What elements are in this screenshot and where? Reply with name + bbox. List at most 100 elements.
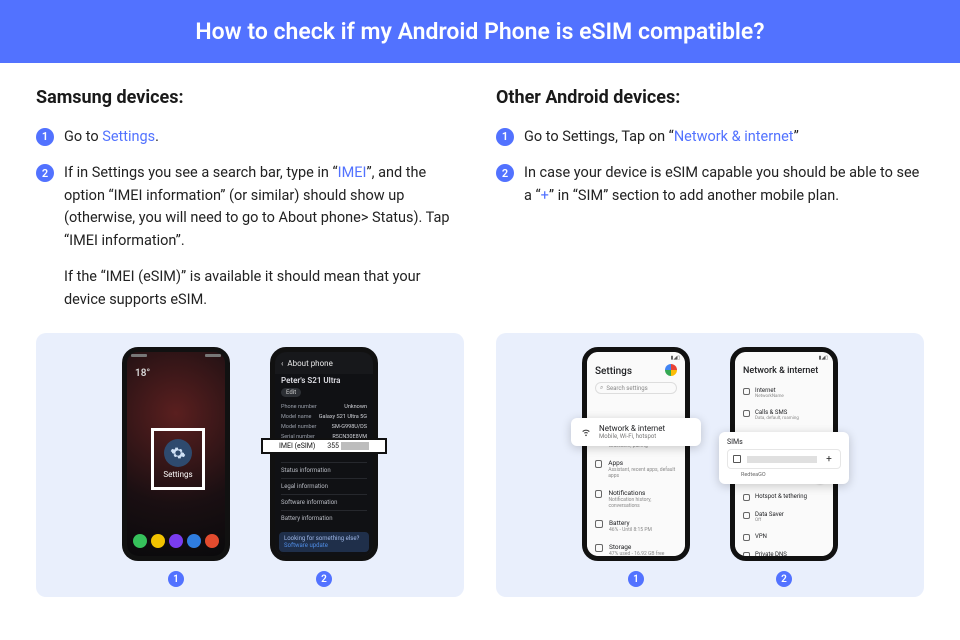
footer-link: Software update [284,542,364,549]
network-internet-highlight: Network & internet Mobile, Wi-Fi, hotspo… [571,418,701,446]
step-text: . [155,128,159,145]
samsung-column: Samsung devices: 1 Go to Settings. 2 If … [36,87,464,325]
network-internet-link[interactable]: Network & internet [674,128,794,145]
samsung-shot-2: ‹ About phone Peter's S21 Ultra Edit Pho… [270,347,378,587]
storage-icon [595,544,603,552]
sim-sub: RedteaGO [727,472,841,478]
list-item: Software information [281,494,367,510]
step-number-badge: 1 [496,128,514,146]
list-item: NotificationsNotification history, conve… [595,484,677,514]
list-item: AppsAssistant, recent apps, default apps [595,454,677,484]
other-shot-1: ▮◢▯ Settings ⌕ Search settings Connected… [582,347,690,587]
plus-link[interactable]: + [541,187,549,204]
shot-badge: 1 [628,571,644,587]
dock-icon [187,534,201,548]
apps-icon [595,460,602,468]
list-item: InternetNetworkName [743,382,825,404]
list-item: Hotspot & tethering [743,488,825,506]
footer-question: Looking for something else? [284,535,364,542]
plus-icon: + [823,453,835,465]
other-step-1: 1 Go to Settings, Tap on “Network & inte… [496,126,924,148]
step-text: ” [794,128,799,145]
status-bar: ▮◢▯ [819,355,828,361]
phone-mockup: ▮◢▯ Settings ⌕ Search settings Connected… [582,347,690,561]
shot-badge: 2 [316,571,332,587]
info-row: Model nameGalaxy S21 Ultra 5G [281,412,367,422]
list-item: Data SaverOff [743,506,825,528]
sims-highlight: SIMs + RedteaGO [719,432,849,484]
other-gallery: ▮◢▯ Settings ⌕ Search settings Connected… [496,333,924,597]
list-item: Storage47% used - 16.92 GB free [595,538,677,556]
shot-badge: 1 [168,571,184,587]
search-icon: ⌕ [600,384,603,392]
settings-link[interactable]: Settings [102,128,155,145]
gallery-row: 18° Settings 1 [0,333,960,597]
samsung-shot-1: 18° Settings 1 [122,347,230,587]
datasaver-icon [743,512,750,519]
lower-list: Status information Legal information Sof… [281,462,367,526]
other-step-2: 2 In case your device is eSIM capable yo… [496,162,924,207]
dock-icon [169,534,183,548]
samsung-step-1: 1 Go to Settings. [36,126,464,148]
info-row: Phone numberUnknown [281,402,367,412]
header-title: About phone [287,359,332,368]
network-internet-title: Network & internet [743,366,818,376]
notifications-icon [595,490,602,498]
step-body: Go to Settings. [64,126,464,148]
step-text: ” in “SIM” section to add another mobile… [549,187,839,204]
list-item: Private DNS [743,546,825,556]
google-account-icon [665,364,677,376]
imei-masked [341,442,369,450]
callout-title: Network & internet [599,424,665,433]
sim-masked [747,456,817,463]
step-number-badge: 2 [36,164,54,182]
edit-button: Edit [281,388,301,397]
dock-icon [133,534,147,548]
calls-icon [743,410,750,417]
list-item: Status information [281,462,367,478]
step-number-badge: 2 [496,164,514,182]
status-bar [131,354,221,360]
internet-icon [743,388,750,395]
sims-title: SIMs [727,438,841,446]
settings-title: Settings [595,366,632,377]
phone-mockup: 18° Settings [122,347,230,561]
step-extra: If the “IMEI (eSIM)” is available it sho… [64,266,464,311]
device-name: Peter's S21 Ultra [281,376,340,385]
list-item: VPN [743,528,825,546]
phone-mockup: ‹ About phone Peter's S21 Ultra Edit Pho… [270,347,378,561]
info-row: Model numberSM-G998U/DS [281,422,367,432]
dock-icon [205,534,219,548]
screen: ▮◢▯ Settings ⌕ Search settings Connected… [587,352,685,556]
samsung-step-2: 2 If in Settings you see a search bar, t… [36,162,464,311]
shot-badge: 2 [776,571,792,587]
screen: ‹ About phone Peter's S21 Ultra Edit Pho… [275,352,373,556]
step-text: If in Settings you see a search bar, typ… [64,164,338,181]
list-item: Legal information [281,478,367,494]
settings-label: Settings [163,470,192,479]
samsung-heading: Samsung devices: [36,87,464,108]
hotspot-icon [743,494,750,501]
status-bar: ▮◢▯ [671,355,680,361]
imei-esim-highlight: IMEI (eSIM) 355 [261,438,387,454]
page-title: How to check if my Android Phone is eSIM… [195,18,764,45]
settings-app-highlight: Settings [151,428,205,490]
wifi-icon [581,427,591,437]
callout-sub: Mobile, Wi-Fi, hotspot [599,433,665,440]
weather-widget: 18° [135,368,150,379]
step-body: Go to Settings, Tap on “Network & intern… [524,126,924,148]
page-header: How to check if my Android Phone is eSIM… [0,0,960,63]
footer-card: Looking for something else? Software upd… [279,532,369,552]
list-item: Battery46% - Until 8:15 PM [595,514,677,538]
list-item: Calls & SMSData, default, roaming [743,404,825,426]
columns: Samsung devices: 1 Go to Settings. 2 If … [0,63,960,325]
search-settings: ⌕ Search settings [595,382,677,394]
imei-label: IMEI (eSIM) [279,442,315,450]
other-column: Other Android devices: 1 Go to Settings,… [496,87,924,325]
imei-prefix: 355 [327,442,339,450]
step-text: Go to [64,128,102,145]
imei-link[interactable]: IMEI [338,164,367,181]
phone-mockup: ▮◢▯ Network & internet InternetNetworkNa… [730,347,838,561]
gear-icon [164,439,192,467]
back-icon: ‹ [281,359,283,368]
